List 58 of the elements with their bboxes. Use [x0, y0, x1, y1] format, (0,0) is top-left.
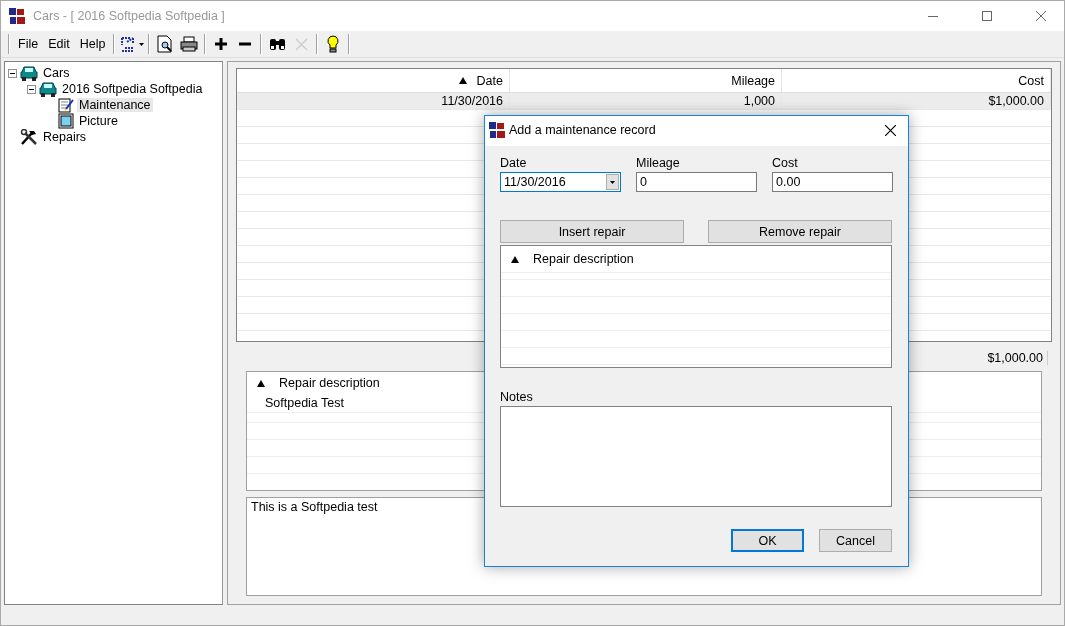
window-title: Cars - [ 2016 Softpedia Softpedia ]: [33, 9, 226, 23]
close-icon: [884, 124, 896, 136]
lightbulb-icon: [327, 35, 340, 53]
collapse-toggle-icon[interactable]: [27, 84, 36, 94]
column-header[interactable]: Date: [237, 69, 510, 92]
tree-item[interactable]: Picture: [77, 114, 120, 128]
push-button[interactable]: Insert repair: [500, 220, 684, 243]
hammer-and-wrench-icon: [20, 129, 38, 145]
close-icon: [1036, 11, 1046, 21]
column-header[interactable]: Mileage: [510, 69, 782, 92]
sort-arrow-icon: [257, 379, 265, 387]
dialog-title: Add a maintenance record: [509, 123, 657, 137]
menu-item[interactable]: File: [13, 35, 44, 53]
caret-icon: [139, 42, 145, 46]
table-row[interactable]: 11/30/2016 1,000 $1,000.00: [237, 93, 1051, 110]
column-header[interactable]: Repair description: [533, 252, 634, 266]
field-label: Date: [500, 156, 528, 170]
plus-icon: [215, 38, 228, 50]
push-button[interactable]: Remove repair: [708, 220, 892, 243]
input-field[interactable]: 0.00: [772, 172, 893, 192]
car-icon: [20, 65, 38, 81]
print-preview-icon: [157, 35, 174, 53]
picture-icon: [58, 113, 74, 129]
column-header[interactable]: Repair description: [279, 376, 380, 390]
tree-item[interactable]: 2016 Softpedia Softpedia: [60, 82, 205, 96]
total-amount: $1,000.00: [987, 351, 1048, 365]
field-label: Mileage: [636, 156, 681, 170]
date-dropdown[interactable]: 11/30/2016: [500, 172, 621, 192]
dropdown-button[interactable]: [606, 174, 619, 190]
table-cell: 11/30/2016: [237, 93, 510, 109]
menu-item[interactable]: Help: [74, 35, 111, 53]
tree-item[interactable]: Repairs: [41, 130, 89, 144]
printer-icon: [180, 36, 199, 52]
app-icon: [9, 8, 25, 24]
sort-arrow-icon: [511, 255, 519, 263]
field-label: Cost: [772, 156, 799, 170]
table-cell: $1,000.00: [782, 93, 1051, 109]
binoculars-icon: [268, 37, 286, 51]
maximize-icon: [982, 11, 992, 21]
tree-item[interactable]: Cars: [41, 66, 72, 80]
minus-icon: [239, 42, 252, 46]
field-label: Notes: [500, 390, 534, 404]
collapse-toggle-icon[interactable]: [8, 68, 17, 78]
menu-item[interactable]: Edit: [43, 35, 75, 53]
app-icon: [489, 122, 505, 138]
close-icon: [294, 37, 308, 51]
sort-arrow-icon: [458, 77, 467, 84]
car-icon: [39, 81, 57, 97]
caret-icon: [610, 180, 615, 184]
tree-item[interactable]: Maintenance: [77, 98, 153, 112]
minimize-icon: [928, 15, 938, 17]
push-button[interactable]: Cancel: [819, 529, 892, 552]
input-field[interactable]: 0: [636, 172, 757, 192]
table-cell: 1,000: [510, 93, 782, 109]
column-header[interactable]: Cost: [782, 69, 1051, 92]
notepad-icon: [58, 97, 74, 113]
notes-field[interactable]: [500, 406, 892, 507]
push-button[interactable]: OK: [731, 529, 804, 552]
